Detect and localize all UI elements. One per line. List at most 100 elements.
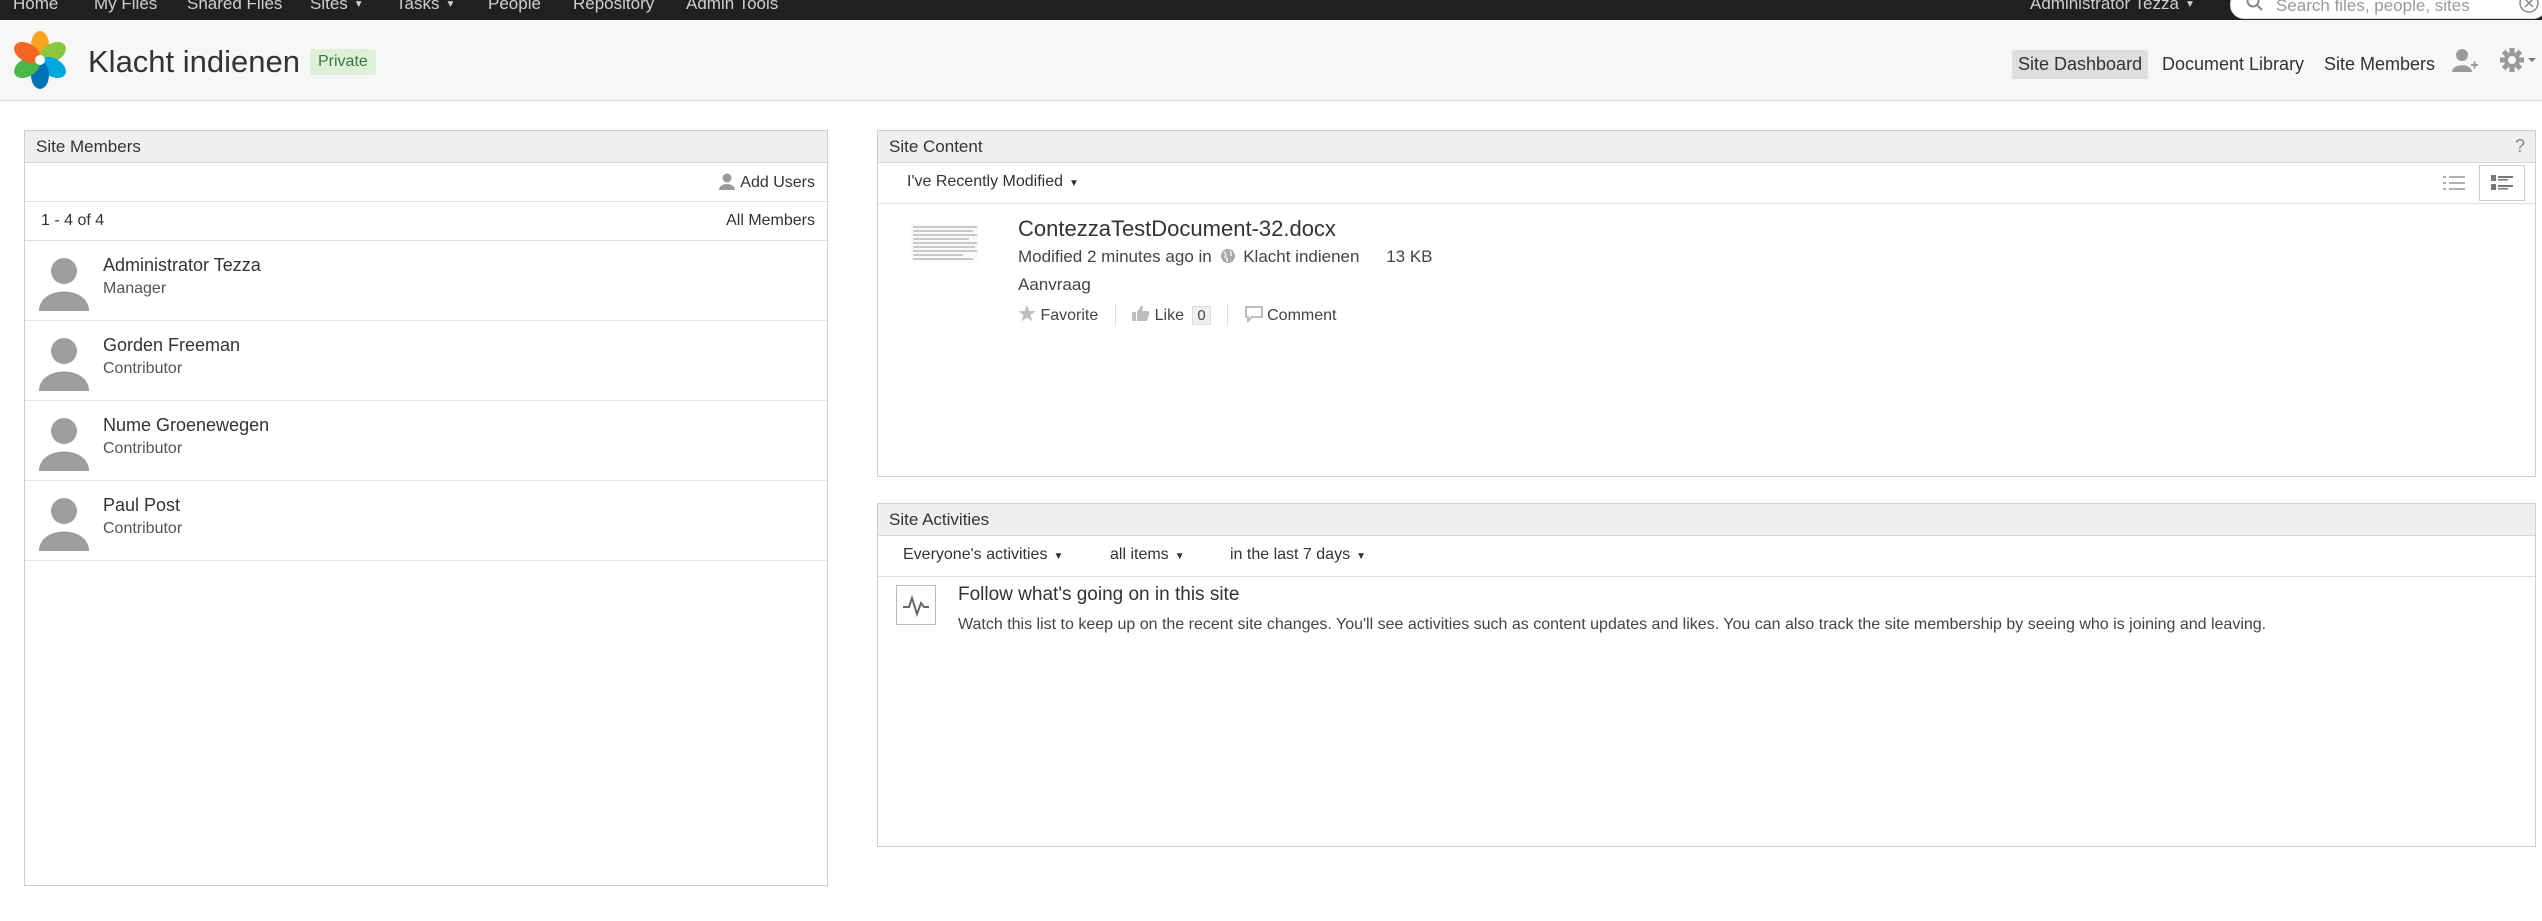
activities-toolbar: Everyone's activities ▼ all items ▼ in the… bbox=[878, 536, 2535, 577]
favorite-action[interactable]: Favorite bbox=[1018, 305, 1098, 327]
add-user-icon[interactable] bbox=[2450, 46, 2478, 79]
favorite-label: Favorite bbox=[1040, 307, 1099, 324]
activity-when-dropdown[interactable]: in the last 7 days ▼ bbox=[1230, 546, 1366, 564]
gear-icon[interactable] bbox=[2498, 46, 2538, 79]
help-icon[interactable]: ? bbox=[2515, 131, 2525, 162]
search-placeholder: Search files, people, sites bbox=[2276, 0, 2470, 15]
like-label: Like bbox=[1154, 307, 1184, 324]
nav-tasks-label: Tasks bbox=[396, 0, 440, 13]
avatar[interactable] bbox=[39, 495, 89, 556]
member-role: Contributor bbox=[103, 520, 183, 537]
activities-empty-text: Watch this list to keep up on the recent… bbox=[958, 616, 2267, 633]
nav-my-files-label: My Files bbox=[94, 0, 158, 13]
top-navigation-bar: Home My Files Shared Files Sites ▼ Tasks ▼… bbox=[0, 0, 2542, 20]
chevron-down-icon: ▼ bbox=[1053, 551, 1064, 562]
clear-search-icon[interactable] bbox=[2518, 0, 2540, 19]
dashlet-title: Site Activities bbox=[878, 504, 2535, 536]
modified-text: Modified 2 minutes ago in bbox=[1018, 247, 1212, 266]
chevron-down-icon: ▼ bbox=[1174, 551, 1185, 562]
document-description: Aanvraag bbox=[1018, 275, 1091, 294]
dashlet-title: Site Members bbox=[25, 131, 827, 163]
alfresco-logo-icon[interactable] bbox=[8, 28, 72, 97]
document-item: ContezzaTestDocument-32.docx Modified 2 … bbox=[878, 205, 2535, 345]
list-item: Nume Groenewegen Contributor bbox=[25, 401, 827, 481]
activity-pulse-icon bbox=[896, 585, 936, 625]
member-role: Contributor bbox=[103, 360, 183, 377]
activity-when-label: in the last 7 days bbox=[1230, 546, 1351, 563]
site-content-dashlet: Site Content ? I've Recently Modified ▼ C… bbox=[877, 130, 2536, 477]
activity-who-label: Everyone's activities bbox=[903, 546, 1048, 563]
members-paginator: 1 - 4 of 4 All Members bbox=[25, 202, 827, 241]
list-item: Administrator Tezza Manager bbox=[25, 241, 827, 321]
comment-action[interactable]: Comment bbox=[1244, 306, 1337, 327]
activity-what-label: all items bbox=[1110, 546, 1169, 563]
avatar[interactable] bbox=[39, 255, 89, 316]
search-box[interactable]: Search files, people, sites bbox=[2230, 0, 2542, 19]
member-name[interactable]: Administrator Tezza bbox=[103, 255, 261, 276]
nav-tasks[interactable]: Tasks ▼ bbox=[396, 0, 455, 14]
member-count: 1 - 4 of 4 bbox=[41, 212, 105, 229]
star-icon bbox=[1018, 305, 1036, 327]
content-filter-dropdown[interactable]: I've Recently Modified ▼ bbox=[907, 173, 1079, 191]
nav-shared-files[interactable]: Shared Files bbox=[187, 0, 282, 14]
list-item: Paul Post Contributor bbox=[25, 481, 827, 561]
action-divider bbox=[1227, 305, 1229, 325]
nav-people[interactable]: People bbox=[488, 0, 541, 14]
nav-home-label: Home bbox=[13, 0, 59, 13]
user-menu-label: Administrator Tezza bbox=[2030, 0, 2179, 13]
document-actions: Favorite Like 0 Comment bbox=[1018, 305, 1336, 327]
nav-admin-tools[interactable]: Admin Tools bbox=[686, 0, 778, 14]
chevron-down-icon: ▼ bbox=[1356, 551, 1366, 562]
like-action[interactable]: Like 0 bbox=[1132, 305, 1211, 327]
all-members-link[interactable]: All Members bbox=[726, 212, 815, 230]
chevron-down-icon: ▼ bbox=[445, 0, 456, 11]
nav-repository[interactable]: Repository bbox=[573, 0, 654, 14]
site-activities-dashlet: Site Activities Everyone's activities ▼ a… bbox=[877, 503, 2536, 847]
member-name[interactable]: Gorden Freeman bbox=[103, 335, 240, 356]
detailed-view-icon[interactable] bbox=[2479, 165, 2525, 201]
search-icon bbox=[2245, 0, 2265, 18]
nav-repository-label: Repository bbox=[573, 0, 655, 13]
site-header: Klacht indienen Private Site Dashboard D… bbox=[0, 20, 2542, 101]
nav-home[interactable]: Home bbox=[13, 0, 58, 14]
nav-my-files[interactable]: My Files bbox=[94, 0, 157, 14]
nav-shared-files-label: Shared Files bbox=[187, 0, 283, 13]
user-icon bbox=[718, 172, 736, 195]
activities-empty-title: Follow what's going on in this site bbox=[958, 584, 1240, 605]
visibility-badge: Private bbox=[310, 49, 376, 75]
nav-admin-tools-label: Admin Tools bbox=[686, 0, 779, 13]
members-toolbar: Add Users bbox=[25, 163, 827, 202]
chevron-down-icon: ▼ bbox=[1069, 178, 1079, 189]
chevron-down-icon: ▼ bbox=[2184, 0, 2195, 11]
document-site-link[interactable]: Klacht indienen bbox=[1243, 247, 1359, 266]
activity-who-dropdown[interactable]: Everyone's activities ▼ bbox=[903, 546, 1063, 564]
site-dashboard-link[interactable]: Site Dashboard bbox=[2012, 50, 2149, 79]
add-users-button[interactable]: Add Users bbox=[718, 172, 815, 195]
like-count: 0 bbox=[1192, 306, 1211, 325]
document-library-link[interactable]: Document Library bbox=[2156, 50, 2310, 79]
member-name[interactable]: Paul Post bbox=[103, 495, 180, 516]
comment-icon bbox=[1244, 306, 1263, 327]
comment-label: Comment bbox=[1267, 307, 1337, 324]
avatar[interactable] bbox=[39, 415, 89, 476]
document-thumbnail[interactable] bbox=[911, 223, 979, 263]
globe-icon bbox=[1220, 248, 1236, 269]
document-meta: Modified 2 minutes ago in Klacht indiene… bbox=[1018, 247, 1433, 269]
thumbs-up-icon bbox=[1132, 305, 1150, 327]
list-item: Gorden Freeman Contributor bbox=[25, 321, 827, 401]
add-users-label: Add Users bbox=[740, 174, 815, 191]
content-toolbar: I've Recently Modified ▼ bbox=[878, 163, 2535, 204]
simple-view-icon[interactable] bbox=[2443, 173, 2465, 198]
action-divider bbox=[1114, 305, 1116, 325]
site-members-link[interactable]: Site Members bbox=[2318, 50, 2441, 79]
avatar[interactable] bbox=[39, 335, 89, 396]
member-role: Manager bbox=[103, 280, 167, 297]
user-menu[interactable]: Administrator Tezza ▼ bbox=[2030, 0, 2195, 14]
activity-what-dropdown[interactable]: all items ▼ bbox=[1110, 546, 1185, 564]
document-name-link[interactable]: ContezzaTestDocument-32.docx bbox=[1018, 216, 1336, 242]
member-role: Contributor bbox=[103, 440, 183, 457]
nav-sites-label: Sites bbox=[310, 0, 348, 13]
nav-sites[interactable]: Sites ▼ bbox=[310, 0, 364, 14]
chevron-down-icon: ▼ bbox=[353, 0, 364, 11]
member-name[interactable]: Nume Groenewegen bbox=[103, 415, 269, 436]
